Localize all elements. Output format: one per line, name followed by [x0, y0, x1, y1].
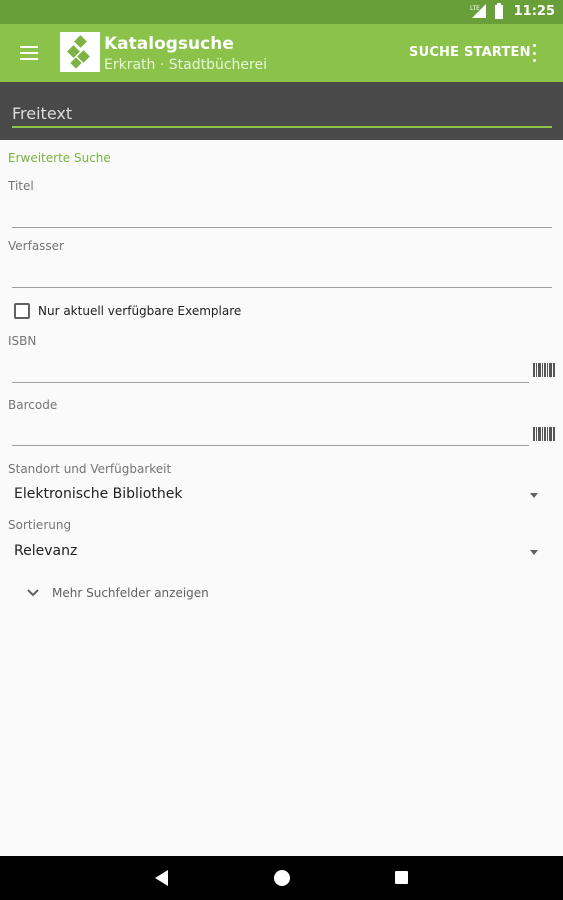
sort-dropdown-icon: [530, 550, 538, 555]
title-field[interactable]: [12, 200, 552, 228]
signal-icon: LTE: [470, 4, 486, 18]
location-dropdown-icon: [530, 493, 538, 498]
network-type-label: LTE: [470, 5, 480, 12]
barcode-field[interactable]: [12, 418, 529, 446]
status-icons: LTE 11:25: [470, 3, 555, 19]
chevron-down-icon: [27, 589, 39, 597]
sort-label: Sortierung: [8, 518, 72, 532]
author-label: Verfasser: [8, 239, 64, 253]
isbn-barcode-scan-icon[interactable]: [533, 363, 555, 377]
battery-icon: [494, 3, 503, 19]
system-navigation-bar: [0, 856, 563, 900]
status-bar: LTE 11:25: [0, 0, 563, 24]
logo-icon: [67, 35, 90, 69]
start-search-button[interactable]: SUCHE STARTEN: [409, 45, 531, 60]
location-selected-value: Elektronische Bibliothek: [14, 486, 183, 502]
isbn-label: ISBN: [8, 334, 37, 348]
toolbar-title: Katalogsuche: [104, 34, 234, 54]
show-more-fields-label: Mehr Suchfelder anzeigen: [52, 586, 209, 600]
library-logo: [60, 32, 100, 72]
status-time: 11:25: [513, 3, 555, 19]
toolbar-subtitle[interactable]: Erkrath · Stadtbücherei: [104, 57, 267, 73]
more-vert-icon[interactable]: [526, 44, 542, 62]
author-field[interactable]: [12, 260, 552, 288]
home-icon[interactable]: [274, 870, 290, 886]
advanced-search-header: Erweiterte Suche: [8, 151, 111, 165]
available-only-row[interactable]: Nur aktuell verfügbare Exemplare: [14, 303, 241, 319]
recents-icon[interactable]: [395, 871, 408, 884]
sort-selected-value: Relevanz: [14, 543, 78, 559]
back-icon[interactable]: [155, 870, 169, 886]
app-toolbar: Katalogsuche Erkrath · Stadtbücherei SUC…: [0, 24, 563, 82]
sort-select[interactable]: Relevanz: [14, 540, 544, 566]
show-more-fields-button[interactable]: Mehr Suchfelder anzeigen: [26, 586, 209, 600]
barcode-barcode-scan-icon[interactable]: [533, 427, 555, 441]
location-select[interactable]: Elektronische Bibliothek: [14, 483, 544, 509]
isbn-field[interactable]: [12, 355, 529, 383]
title-label: Titel: [8, 179, 34, 193]
available-only-checkbox[interactable]: [14, 303, 30, 319]
freetext-input[interactable]: [12, 100, 552, 128]
barcode-label: Barcode: [8, 398, 58, 412]
hamburger-menu-icon[interactable]: [20, 40, 48, 66]
available-only-label: Nur aktuell verfügbare Exemplare: [38, 304, 242, 318]
freetext-bar: [0, 82, 563, 140]
location-label: Standort und Verfügbarkeit: [8, 462, 172, 476]
